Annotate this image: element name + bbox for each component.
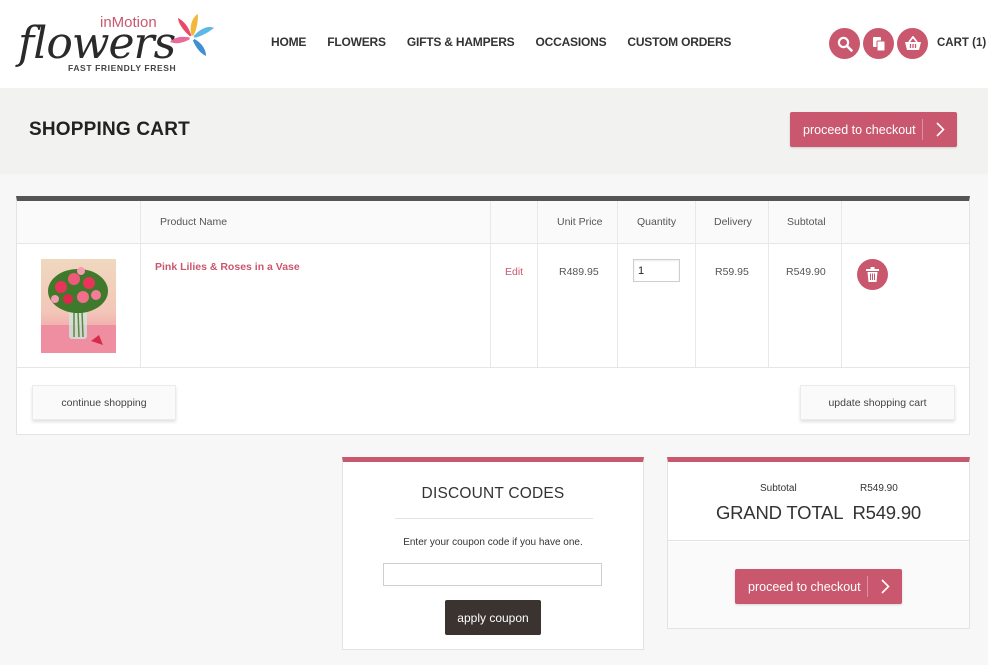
nav-home[interactable]: HOME (271, 35, 306, 49)
nav-occasions[interactable]: OCCASIONS (536, 35, 607, 49)
site-logo[interactable]: flowers inMotion FAST FRIENDLY FRESH (18, 14, 218, 76)
checkout-label: proceed to checkout (748, 579, 861, 594)
remove-item-button[interactable] (857, 259, 888, 290)
grand-total: GRAND TOTAL R549.90 (715, 502, 922, 523)
logo-tagline: FAST FRIENDLY FRESH (68, 63, 177, 73)
col-product-name: Product Name (160, 216, 228, 228)
checkout-button-bottom[interactable]: proceed to checkout (735, 569, 902, 604)
trash-icon (866, 267, 879, 282)
subtotal-value: R549.90 (860, 483, 898, 494)
nav-flowers[interactable]: FLOWERS (327, 35, 386, 49)
discount-instructions: Enter your coupon code if you have one. (403, 537, 583, 548)
col-quantity: Quantity (637, 216, 677, 228)
copy-icon (872, 36, 885, 51)
totals-panel: Subtotal R549.90 GRAND TOTAL R549.90 pro… (667, 457, 970, 629)
cart-link[interactable]: CART (1) (937, 37, 986, 49)
coupon-input[interactable] (383, 563, 602, 586)
delivery-price: R59.95 (715, 266, 749, 278)
totals-summary: Subtotal R549.90 GRAND TOTAL R549.90 (668, 462, 969, 541)
col-delivery: Delivery (714, 216, 752, 228)
checkout-label: proceed to checkout (803, 122, 916, 137)
flower-bouquet-image (41, 267, 116, 353)
apply-coupon-button[interactable]: apply coupon (445, 600, 541, 635)
quantity-input[interactable] (633, 259, 680, 282)
logo-prefix: inMotion (100, 14, 157, 31)
title-band: SHOPPING CART proceed to checkout (0, 88, 988, 174)
basket-button[interactable] (897, 28, 928, 59)
subtotal-label: Subtotal (760, 483, 797, 494)
nav-gifts-hampers[interactable]: GIFTS & HAMPERS (407, 35, 515, 49)
unit-price: R489.95 (559, 266, 599, 278)
nav-custom-orders[interactable]: CUSTOM ORDERS (627, 35, 731, 49)
checkout-button-top[interactable]: proceed to checkout (790, 112, 957, 147)
discount-panel: DISCOUNT CODES Enter your coupon code if… (342, 457, 644, 650)
compare-button[interactable] (863, 28, 894, 59)
col-subtotal: Subtotal (787, 216, 826, 228)
update-cart-button[interactable]: update shopping cart (800, 385, 955, 420)
totals-actions: proceed to checkout (668, 542, 969, 628)
continue-shopping-button[interactable]: continue shopping (32, 385, 176, 420)
cart-table-header: Product Name Unit Price Quantity Deliver… (17, 201, 969, 244)
product-name-link[interactable]: Pink Lilies & Roses in a Vase (155, 261, 300, 273)
row-subtotal: R549.90 (786, 266, 826, 278)
divider (395, 518, 593, 519)
chevron-right-icon (868, 579, 902, 594)
col-unit-price: Unit Price (557, 216, 603, 228)
basket-icon (904, 36, 921, 50)
site-header: flowers inMotion FAST FRIENDLY FRESH HOM… (0, 0, 988, 88)
chevron-right-icon (923, 122, 957, 137)
cart-table: Product Name Unit Price Quantity Deliver… (16, 196, 970, 435)
main-nav: HOME FLOWERS GIFTS & HAMPERS OCCASIONS C… (271, 35, 752, 49)
cart-row: Pink Lilies & Roses in a Vase Edit R489.… (17, 244, 969, 368)
product-thumbnail[interactable] (41, 259, 116, 353)
flower-logo-icon (170, 14, 214, 56)
edit-item-link[interactable]: Edit (505, 266, 523, 278)
discount-title: DISCOUNT CODES (421, 485, 565, 502)
search-icon (837, 36, 853, 52)
page-title: SHOPPING CART (29, 119, 190, 140)
search-button[interactable] (829, 28, 860, 59)
